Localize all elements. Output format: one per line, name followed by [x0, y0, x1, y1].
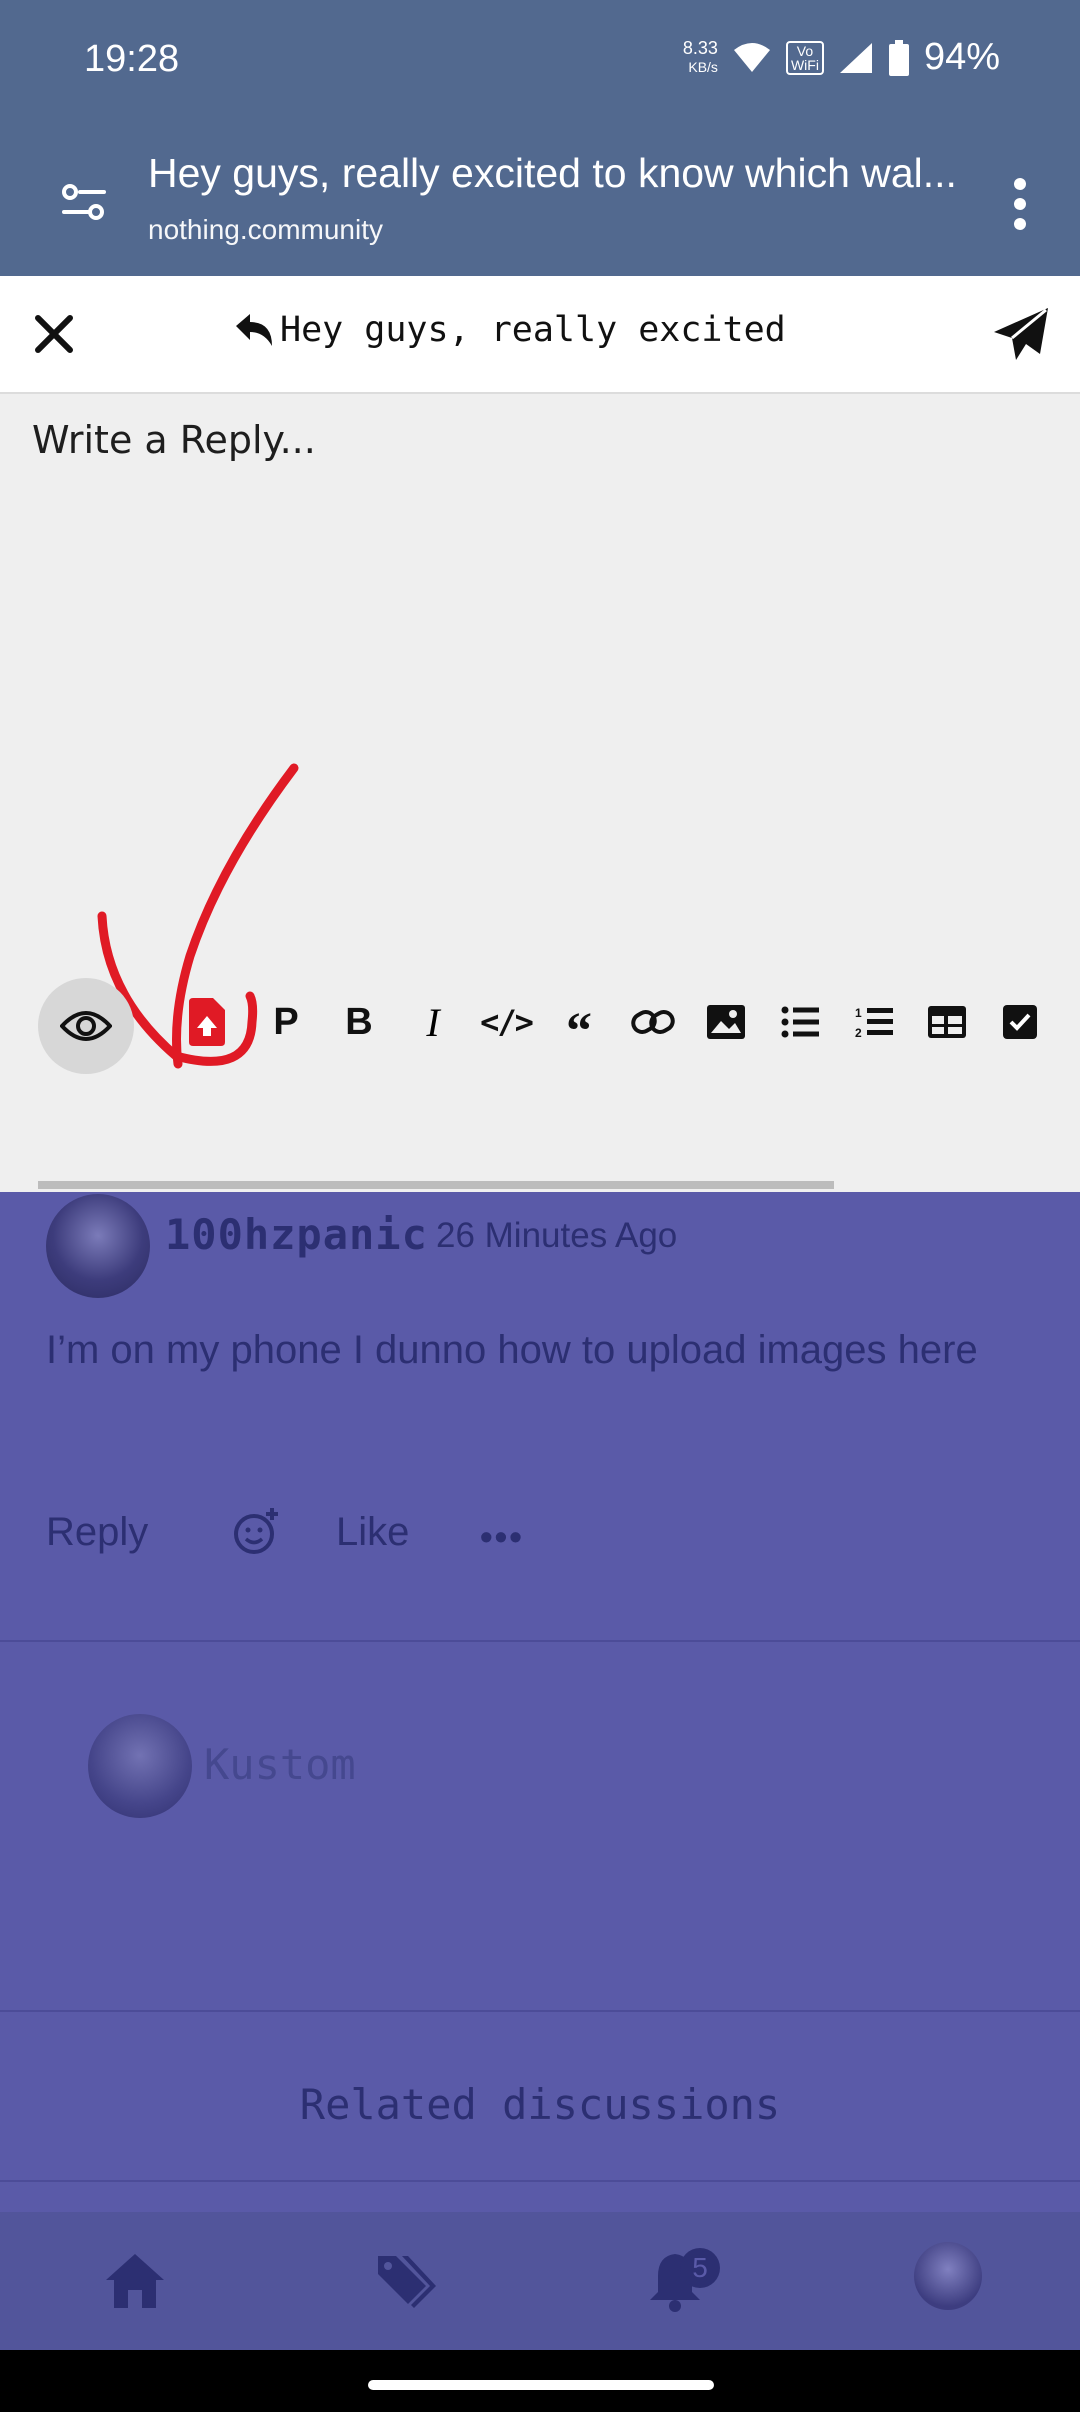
post-body: I’m on my phone I dunno how to upload im…: [46, 1328, 978, 1372]
divider: [0, 2010, 1080, 2012]
wifi-icon: [733, 42, 770, 72]
table-icon: [928, 1006, 966, 1038]
task-list-button[interactable]: [992, 994, 1048, 1050]
vowifi-icon: Vo WiFi: [785, 40, 824, 75]
tags-icon[interactable]: [372, 2246, 442, 2316]
signal-icon: [839, 42, 872, 73]
image-icon: [707, 1005, 745, 1039]
divider: [0, 2180, 1080, 2182]
table-button[interactable]: [919, 994, 975, 1050]
status-bar: 19:28 8.33 KB/s Vo WiFi 94%: [0, 0, 1080, 128]
numbered-list-button[interactable]: 1 2: [846, 994, 902, 1050]
link-button[interactable]: [625, 994, 681, 1050]
status-time: 19:28: [84, 38, 180, 80]
add-reaction-icon[interactable]: [230, 1506, 282, 1558]
link-icon: [631, 1010, 675, 1034]
post-reply-button[interactable]: Reply: [46, 1510, 148, 1555]
page-title[interactable]: Hey guys, really excited to know which w…: [148, 150, 957, 197]
vowifi-line1: Vo: [796, 42, 814, 59]
upload-file-button[interactable]: [179, 994, 235, 1050]
checkbox-icon: [1003, 1005, 1037, 1039]
eye-icon: [60, 1011, 112, 1041]
code-button[interactable]: </>: [478, 994, 534, 1050]
reply-author-name[interactable]: Kustom: [204, 1740, 356, 1789]
paragraph-button[interactable]: P: [258, 994, 314, 1050]
reply-input[interactable]: [30, 416, 1044, 840]
image-button[interactable]: [698, 994, 754, 1050]
screen: 19:28 8.33 KB/s Vo WiFi 94% Hey guys, re…: [0, 0, 1080, 2412]
browser-toolbar: Hey guys, really excited to know which w…: [0, 128, 1080, 276]
gesture-bar: [0, 2350, 1080, 2412]
network-speed-unit: KB/s: [688, 58, 718, 75]
numbered-list-icon: 1 2: [855, 1006, 893, 1039]
home-gesture-pill[interactable]: [368, 2380, 714, 2390]
svg-text:1: 1: [855, 1006, 862, 1020]
post-like-button[interactable]: Like: [336, 1510, 409, 1555]
post-author[interactable]: 100hzpanic: [165, 1210, 428, 1259]
close-icon[interactable]: [28, 308, 80, 360]
home-icon[interactable]: [100, 2246, 170, 2316]
page-url[interactable]: nothing.community: [148, 214, 383, 246]
post-more-button[interactable]: •••: [480, 1516, 524, 1558]
battery-icon: [888, 39, 909, 76]
status-icons: 8.33 KB/s Vo WiFi 94%: [666, 36, 1000, 79]
reply-target: Hey guys, really excited: [232, 310, 786, 350]
post-time[interactable]: 26 Minutes Ago: [436, 1216, 677, 1256]
reply-arrow-icon: [236, 314, 272, 346]
preview-button[interactable]: [38, 978, 134, 1074]
post-author-avatar[interactable]: [46, 1194, 150, 1298]
bullet-list-icon: [781, 1006, 819, 1038]
bold-button[interactable]: B: [331, 994, 387, 1050]
reply-target-title: Hey guys, really excited: [280, 310, 786, 350]
svg-text:2: 2: [855, 1026, 862, 1039]
site-settings-icon[interactable]: [60, 178, 108, 226]
toolbar-scrollbar[interactable]: [38, 1181, 834, 1189]
reply-author-avatar[interactable]: [88, 1714, 192, 1818]
vowifi-line2: WiFi: [790, 56, 819, 73]
italic-button[interactable]: I: [405, 994, 461, 1050]
network-speed-value: 8.33: [682, 37, 718, 58]
bullet-list-button[interactable]: [772, 994, 828, 1050]
network-speed: 8.33 KB/s: [666, 37, 718, 77]
file-upload-icon: [189, 998, 225, 1046]
notifications-badge: 5: [680, 2248, 720, 2288]
reply-composer: Hey guys, really excited Write a Reply..…: [0, 276, 1080, 1192]
related-discussions-heading: Related discussions: [299, 2080, 781, 2129]
more-vert-icon[interactable]: [1010, 176, 1030, 232]
discussion-page: 100hzpanic 26 Minutes Ago I’m on my phon…: [0, 1190, 1080, 2350]
send-icon[interactable]: [990, 304, 1052, 366]
battery-percentage: 94%: [923, 36, 1000, 78]
quote-button[interactable]: “: [551, 1004, 607, 1060]
bottom-navigation: 5: [0, 2212, 1080, 2350]
composer-header: Hey guys, really excited: [0, 276, 1080, 394]
formatting-toolbar: P B I </> “ 1 2: [0, 966, 1080, 1082]
profile-avatar[interactable]: [914, 2242, 982, 2310]
divider: [0, 1640, 1080, 1642]
